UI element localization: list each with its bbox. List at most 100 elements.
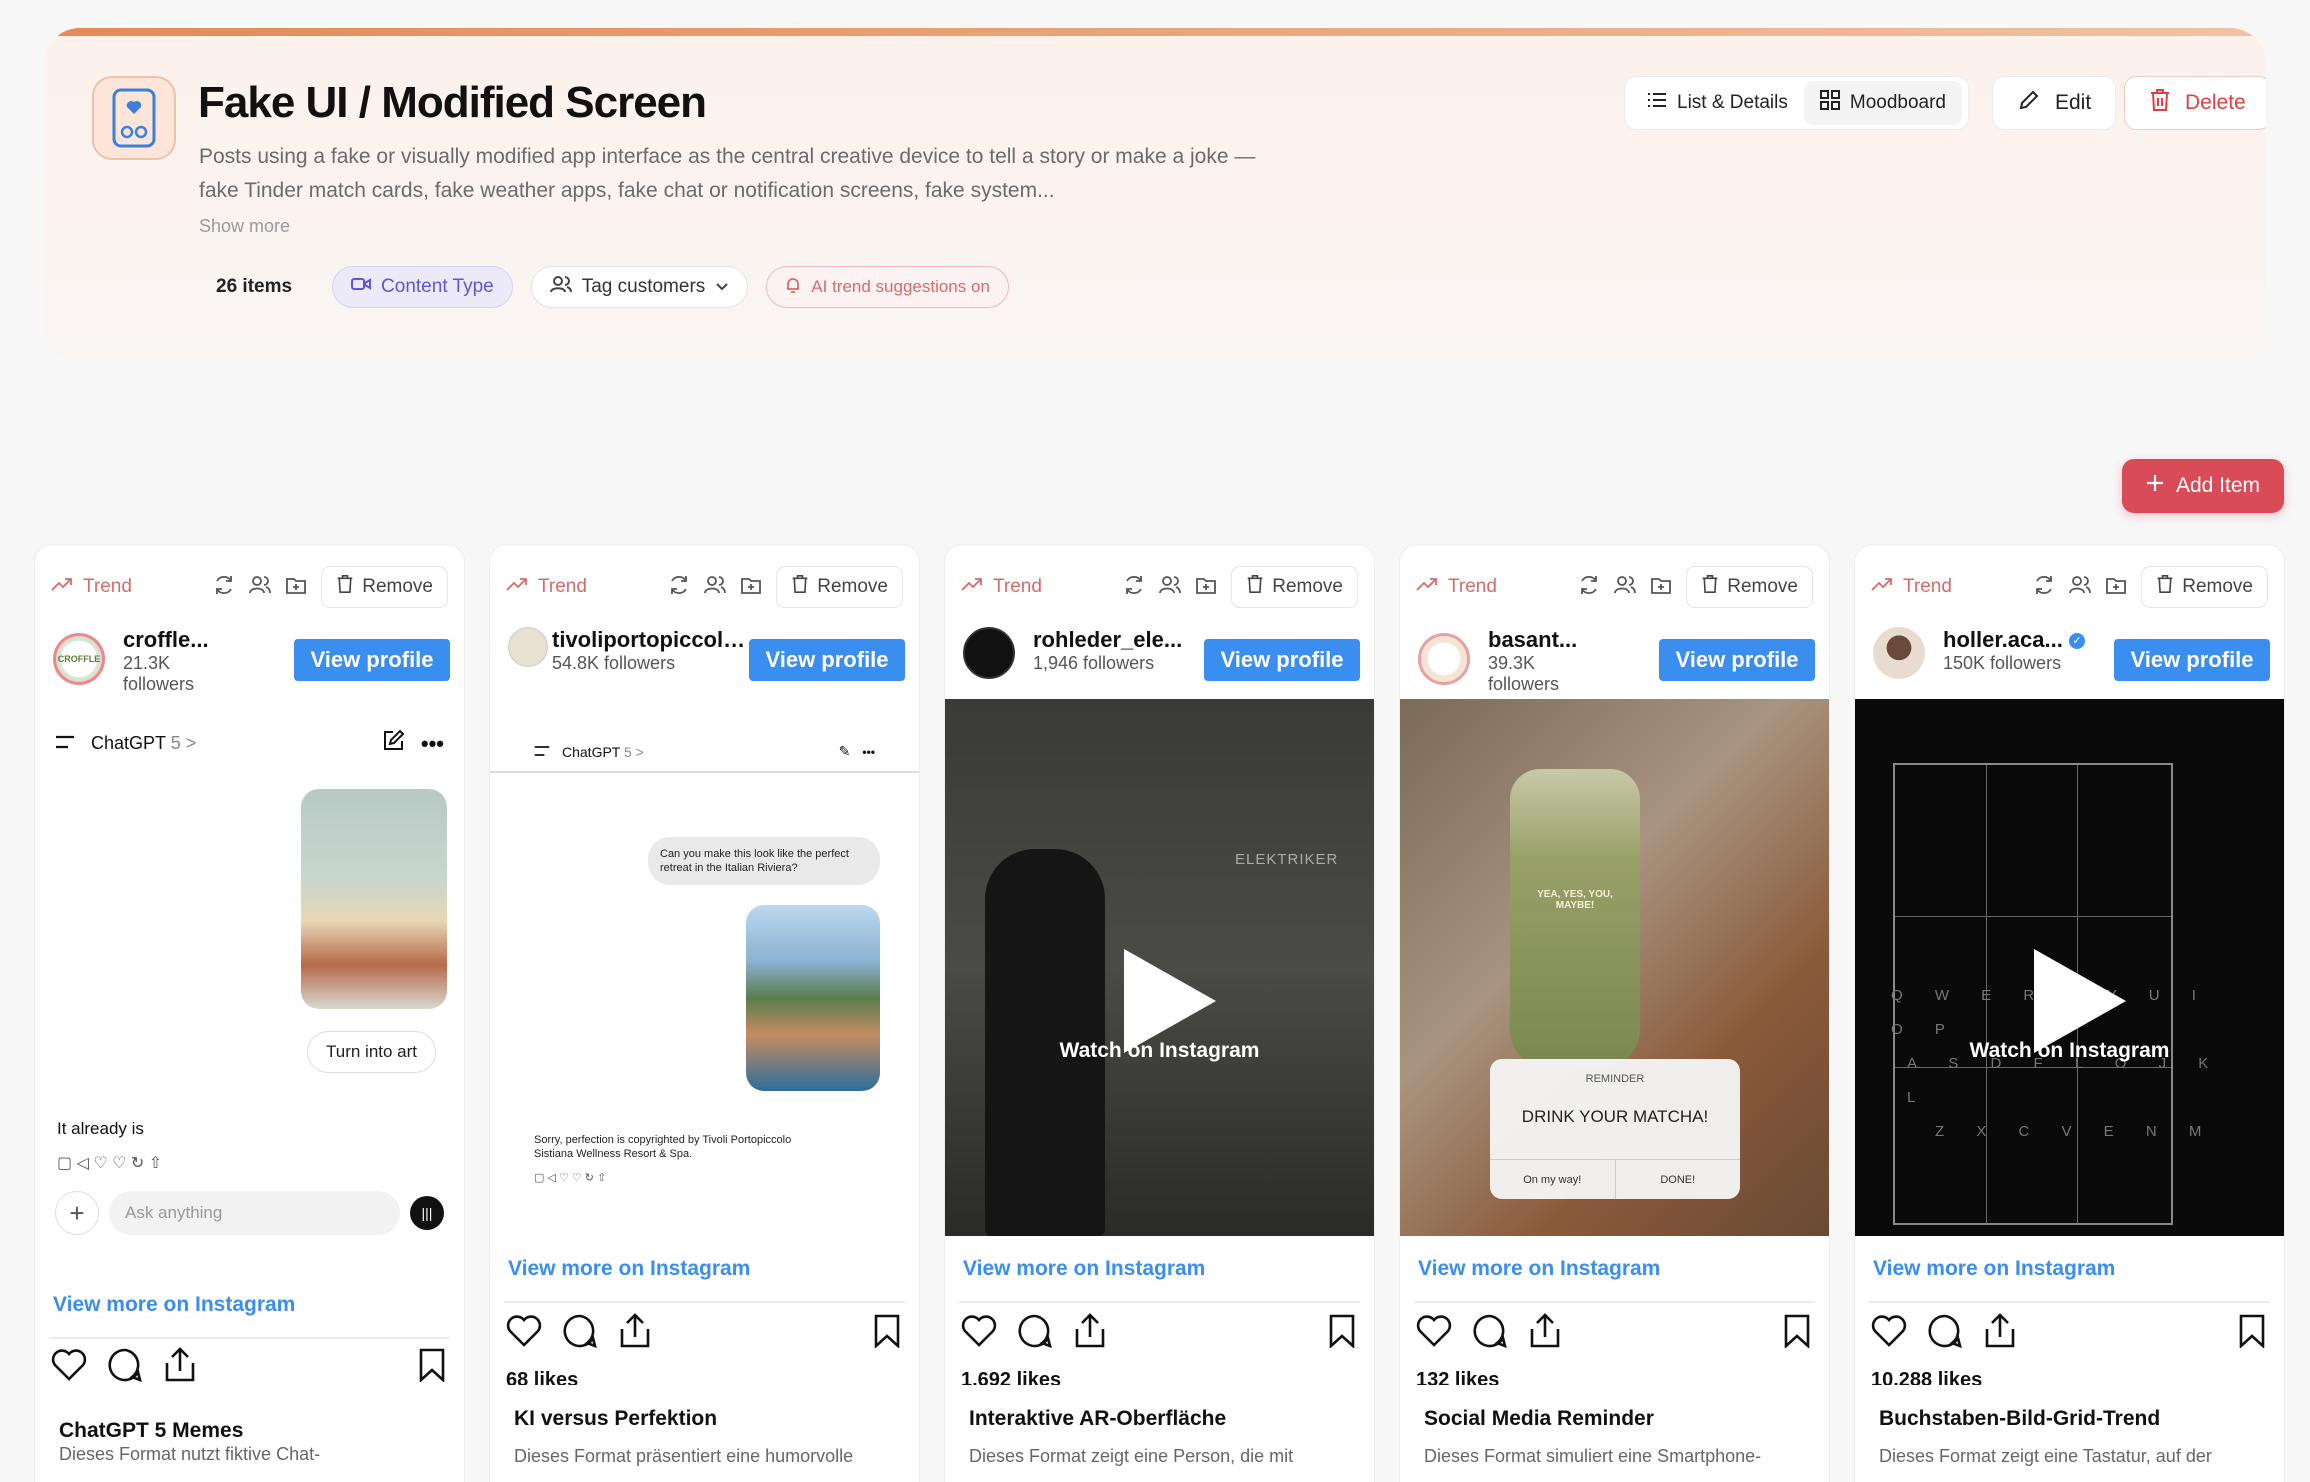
view-profile-button[interactable]: View profile [294,639,450,681]
avatar[interactable] [1873,627,1925,679]
folder-plus-icon[interactable] [2105,574,2127,601]
post-media[interactable]: YEA, YES, YOU, MAYBE! REMINDER DRINK YOU… [1400,699,1829,1236]
remove-button[interactable]: Remove [2141,566,2268,608]
post-media[interactable]: ELEKTRIKER Watch on Instagram [945,699,1374,1236]
comment-icon[interactable] [107,1347,143,1388]
profile-row: basant... 39.3K followers View profile [1418,627,1815,697]
view-profile-button[interactable]: View profile [1204,639,1360,681]
avatar[interactable] [508,627,548,667]
users-icon[interactable] [249,574,272,601]
profile-name[interactable]: basant... [1488,627,1659,653]
delete-button[interactable]: Delete [2124,76,2266,130]
comment-icon[interactable] [562,1313,598,1354]
remove-button[interactable]: Remove [776,566,903,608]
folder-plus-icon[interactable] [285,574,307,601]
folder-plus-icon[interactable] [740,574,762,601]
profile-name[interactable]: holler.aca... ✓ [1943,627,2114,653]
chat-header: ChatGPT 5 > ••• [55,729,444,758]
bookmark-icon[interactable] [2238,1314,2266,1353]
remove-label: Remove [2182,576,2253,597]
follower-count: 21.3K followers [123,653,195,694]
view-profile-button[interactable]: View profile [1659,639,1815,681]
comment-icon[interactable] [1927,1313,1963,1354]
trending-up-icon [1871,576,1893,598]
users-icon[interactable] [1159,574,1182,601]
profile-name[interactable]: tivoliportopiccolo ar [552,627,749,653]
pencil-icon [2017,88,2041,118]
refresh-icon[interactable] [668,574,690,601]
list-details-button[interactable]: List & Details [1631,81,1804,125]
trash-icon [2156,574,2174,600]
profile-info: basant... 39.3K followers [1488,627,1659,695]
avatar[interactable] [1418,633,1470,685]
edit-button[interactable]: Edit [1992,76,2117,130]
post-actions [506,1311,901,1355]
refresh-icon[interactable] [2033,574,2055,601]
add-item-button[interactable]: Add Item [2122,459,2284,513]
tag-customers-dropdown[interactable]: Tag customers [530,266,749,308]
heart-icon[interactable] [51,1348,87,1387]
comment-icon[interactable] [1472,1313,1508,1354]
share-icon[interactable] [1983,1312,2017,1354]
view-more-link[interactable]: View more on Instagram [1418,1257,1660,1281]
profile-name[interactable]: croffle... [123,627,294,653]
heart-icon[interactable] [1871,1314,1907,1353]
bookmark-icon[interactable] [1328,1314,1356,1353]
add-item-label: Add Item [2175,474,2261,497]
plus-icon[interactable]: + [55,1191,99,1235]
content-type-badge[interactable]: Content Type [332,266,513,308]
voice-icon[interactable]: ||| [410,1196,444,1230]
heart-icon[interactable] [1416,1314,1452,1353]
refresh-icon[interactable] [1123,574,1145,601]
post-media[interactable]: ChatGPT 5 > ✎ ••• Can you make this look… [490,699,919,1236]
play-icon[interactable] [2033,949,2126,1053]
reminder-action-left[interactable]: On my way! [1490,1160,1616,1199]
refresh-icon[interactable] [1578,574,1600,601]
view-profile-button[interactable]: View profile [2114,639,2270,681]
ai-trend-toggle[interactable]: AI trend suggestions on [766,266,1009,308]
comment-icon[interactable] [1017,1313,1053,1354]
post-card: Trend Remove tivoliportopiccolo ar 54.8K… [489,544,920,1482]
remove-button[interactable]: Remove [1686,566,1813,608]
bookmark-icon[interactable] [873,1314,901,1353]
moodboard-button[interactable]: Moodboard [1803,81,1962,125]
content-type-label: Content Type [381,276,494,297]
share-icon[interactable] [618,1312,652,1354]
users-icon[interactable] [2069,574,2092,601]
remove-button[interactable]: Remove [321,566,448,608]
share-icon[interactable] [1528,1312,1562,1354]
collection-description: Posts using a fake or visually modified … [199,145,1256,202]
folder-plus-icon[interactable] [1650,574,1672,601]
view-more-link[interactable]: View more on Instagram [1873,1257,2115,1281]
view-more-link[interactable]: View more on Instagram [508,1257,750,1281]
watch-on-instagram[interactable]: Watch on Instagram [945,1039,1374,1063]
chat-input[interactable]: Ask anything [109,1191,400,1235]
bookmark-icon[interactable] [418,1348,446,1387]
phone-heart-icon [92,76,176,160]
profile-name[interactable]: rohleder_ele... [1033,627,1204,653]
share-icon[interactable] [1073,1312,1107,1354]
refresh-icon[interactable] [213,574,235,601]
users-icon[interactable] [1614,574,1637,601]
view-toggle: List & Details Moodboard [1624,76,1969,130]
watch-on-instagram[interactable]: Watch on Instagram [1855,1039,2284,1063]
card-tool-icons [1123,574,1217,601]
remove-button[interactable]: Remove [1231,566,1358,608]
heart-icon[interactable] [961,1314,997,1353]
share-icon[interactable] [163,1346,197,1388]
post-media[interactable]: ChatGPT 5 > ••• Turn into art It already… [35,699,464,1236]
trending-up-icon [51,576,73,598]
show-more-link[interactable]: Show more [199,216,290,237]
heart-icon[interactable] [506,1314,542,1353]
avatar[interactable]: CROFFLE [53,633,105,685]
play-icon[interactable] [1123,949,1216,1053]
reminder-action-right[interactable]: DONE! [1616,1160,1741,1199]
view-more-link[interactable]: View more on Instagram [53,1293,295,1317]
view-profile-button[interactable]: View profile [749,639,905,681]
bookmark-icon[interactable] [1783,1314,1811,1353]
folder-plus-icon[interactable] [1195,574,1217,601]
avatar[interactable] [963,627,1015,679]
post-media[interactable]: Q W E R T Y U I O P A S D F L O J K L Z … [1855,699,2284,1236]
view-more-link[interactable]: View more on Instagram [963,1257,1205,1281]
users-icon[interactable] [704,574,727,601]
